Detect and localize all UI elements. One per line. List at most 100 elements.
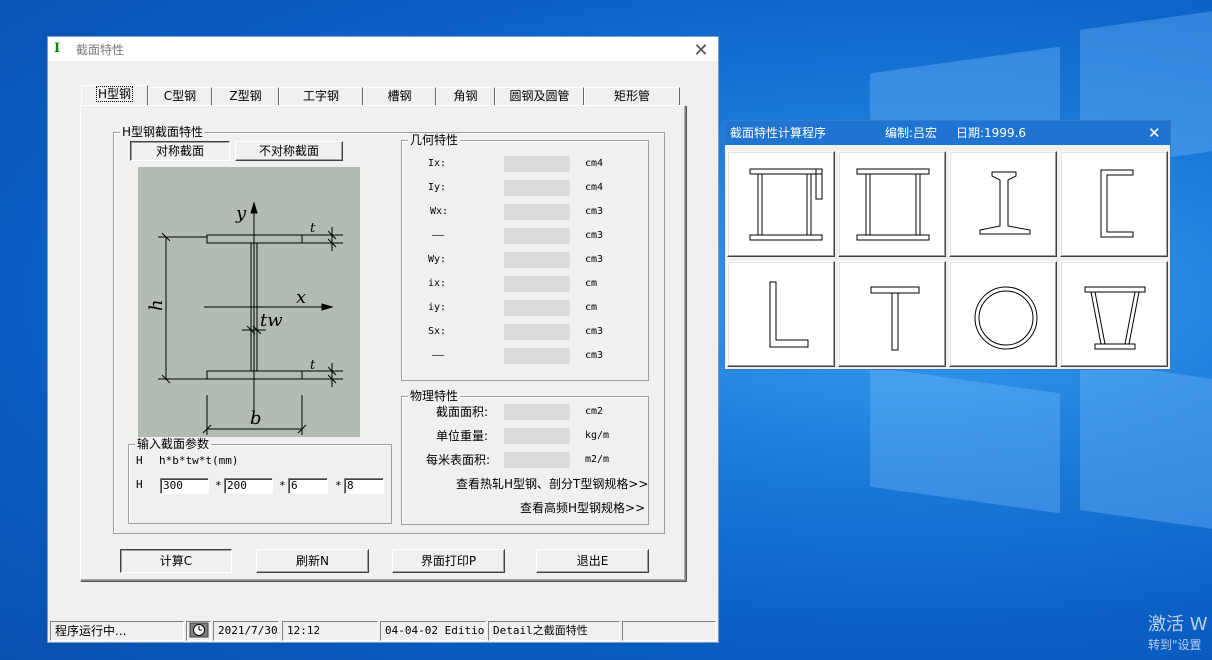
wx-value bbox=[504, 204, 570, 220]
y-axis-label: y bbox=[235, 203, 247, 224]
ix-moment-unit: cm4 bbox=[585, 158, 604, 169]
calc-program-date: 日期:1999.6 bbox=[956, 126, 1027, 140]
h-beam-app-icon: I bbox=[54, 41, 61, 56]
status-date: 2021/7/30 bbox=[213, 621, 279, 641]
iy-radius-label: iy: bbox=[428, 302, 447, 313]
h-section-group-label: H型钢截面特性 bbox=[120, 125, 206, 139]
tw-dim-label: tw bbox=[260, 310, 283, 331]
angle-section-icon bbox=[769, 281, 809, 348]
refresh-button[interactable]: 刷新N bbox=[256, 549, 369, 573]
ix-radius-label: ix: bbox=[428, 278, 447, 289]
tile-channel[interactable] bbox=[1060, 151, 1168, 257]
section-properties-window: I 截面特性 ✕ H型钢 C型钢 Z型钢 工字钢 槽钢 角钢 圆钢及圆管 矩形管… bbox=[47, 36, 719, 643]
h-beam-diagram: y x b tw h t t bbox=[138, 167, 360, 437]
tile-h-beam[interactable] bbox=[727, 151, 835, 257]
activation-line2: 转到"设置 bbox=[1148, 638, 1202, 652]
tapered-box-section-icon bbox=[1084, 286, 1146, 350]
wx2-unit: cm3 bbox=[585, 230, 604, 241]
wy-label: Wy: bbox=[428, 254, 447, 265]
params-formula: h*b*tw*t(mm) bbox=[159, 454, 239, 467]
tile-round-pipe[interactable] bbox=[949, 261, 1057, 367]
calculate-button[interactable]: 计算C bbox=[120, 549, 232, 573]
window-title: 截面特性 bbox=[76, 42, 125, 57]
section-calc-program-window: 截面特性计算程序 编制:吕宏 日期:1999.6 ✕ bbox=[724, 120, 1171, 370]
tab-z-steel[interactable]: Z型钢 bbox=[212, 87, 279, 106]
tab-channel[interactable]: 槽钢 bbox=[363, 87, 436, 106]
surface-area-unit: m2/m bbox=[585, 454, 610, 465]
ix-radius-unit: cm bbox=[585, 278, 598, 289]
wx2-value bbox=[504, 228, 570, 244]
unit-weight-value bbox=[504, 428, 570, 444]
tab-h-beam[interactable]: H型钢 bbox=[81, 85, 148, 106]
t-section-icon bbox=[870, 286, 920, 351]
params-row-prefix: H bbox=[136, 478, 143, 491]
tile-tapered-box[interactable] bbox=[1060, 261, 1168, 367]
input-params-label: 输入截面参数 bbox=[135, 437, 212, 451]
wx2-label: —— bbox=[432, 230, 445, 241]
iy-radius-value bbox=[504, 300, 570, 316]
unit-weight-label: 单位重量: bbox=[435, 429, 488, 443]
wy-value bbox=[504, 252, 570, 268]
sep-1: * bbox=[215, 479, 222, 492]
h-beam-section-icon bbox=[749, 168, 823, 241]
surface-area-label: 每米表面积: bbox=[425, 453, 490, 467]
exit-button[interactable]: 退出E bbox=[536, 549, 649, 573]
windows-activation-watermark: 激活 W 转到"设置 bbox=[1148, 610, 1212, 660]
activation-line1: 激活 W bbox=[1148, 614, 1208, 635]
t-top-dim-label: t bbox=[310, 221, 316, 236]
wx-label: Wx: bbox=[430, 206, 449, 217]
channel-section-icon bbox=[1100, 169, 1134, 238]
h-beam-drawing: y x b tw h t t bbox=[146, 201, 343, 435]
iy-moment-unit: cm4 bbox=[585, 182, 604, 193]
area-unit: cm2 bbox=[585, 406, 604, 417]
tab-c-steel[interactable]: C型钢 bbox=[148, 87, 212, 106]
status-time: 12:12 bbox=[282, 621, 378, 641]
print-button[interactable]: 界面打印P bbox=[392, 549, 505, 573]
tw-input[interactable]: 6 bbox=[288, 478, 328, 494]
clock-icon bbox=[189, 622, 208, 638]
tab-angle[interactable]: 角钢 bbox=[436, 87, 495, 106]
wx-unit: cm3 bbox=[585, 206, 604, 217]
section-type-tabs: H型钢 C型钢 Z型钢 工字钢 槽钢 角钢 圆钢及圆管 矩形管 bbox=[81, 85, 680, 106]
sx2-unit: cm3 bbox=[585, 350, 604, 361]
iy-moment-value bbox=[504, 180, 570, 196]
tab-rect-tube[interactable]: 矩形管 bbox=[584, 87, 680, 106]
sep-3: * bbox=[335, 479, 342, 492]
asymmetric-section-button[interactable]: 不对称截面 bbox=[235, 141, 343, 161]
ix-radius-value bbox=[504, 276, 570, 292]
h-dim-label: h bbox=[146, 299, 167, 311]
status-detail: Detail之截面特性 bbox=[488, 621, 620, 641]
status-running: 程序运行中... bbox=[50, 621, 184, 641]
symmetric-section-button[interactable]: 对称截面 bbox=[130, 141, 230, 161]
tile-t-section[interactable] bbox=[838, 261, 946, 367]
tab-i-beam[interactable]: 工字钢 bbox=[279, 87, 363, 106]
calc-program-author: 编制:吕宏 bbox=[885, 126, 938, 140]
status-clock-icon bbox=[186, 621, 211, 641]
status-edition: 04-04-02 Edition bbox=[380, 621, 486, 641]
hf-spec-link[interactable]: 查看高频H型钢规格>> bbox=[520, 499, 645, 516]
geometry-group-label: 几何特性 bbox=[408, 133, 461, 147]
tile-box-section[interactable] bbox=[838, 151, 946, 257]
h-input[interactable]: 300 bbox=[160, 478, 209, 494]
params-prefix: H bbox=[136, 454, 143, 467]
sx-label: Sx: bbox=[428, 326, 447, 337]
ix-moment-value bbox=[504, 156, 570, 172]
close-icon[interactable]: ✕ bbox=[692, 40, 710, 61]
tile-angle[interactable] bbox=[727, 261, 835, 367]
hot-rolled-spec-link[interactable]: 查看热轧H型钢、剖分T型钢规格>> bbox=[456, 475, 648, 492]
box-section-icon bbox=[856, 168, 930, 241]
area-value bbox=[504, 404, 570, 420]
title-bar[interactable]: I 截面特性 ✕ bbox=[48, 37, 718, 61]
tile-i-beam[interactable] bbox=[949, 151, 1057, 257]
sx2-value bbox=[504, 348, 570, 364]
x-axis-label: x bbox=[296, 287, 306, 308]
calc-program-title-bar[interactable]: 截面特性计算程序 编制:吕宏 日期:1999.6 ✕ bbox=[725, 121, 1170, 145]
t-input[interactable]: 8 bbox=[344, 478, 384, 494]
i-beam-section-icon bbox=[979, 171, 1031, 235]
b-input[interactable]: 200 bbox=[224, 478, 273, 494]
iy-radius-unit: cm bbox=[585, 302, 598, 313]
close-icon[interactable]: ✕ bbox=[1148, 121, 1161, 145]
tab-round-pipe[interactable]: 圆钢及圆管 bbox=[495, 87, 584, 106]
sx2-label: —— bbox=[432, 350, 445, 361]
surface-area-value bbox=[504, 452, 570, 468]
